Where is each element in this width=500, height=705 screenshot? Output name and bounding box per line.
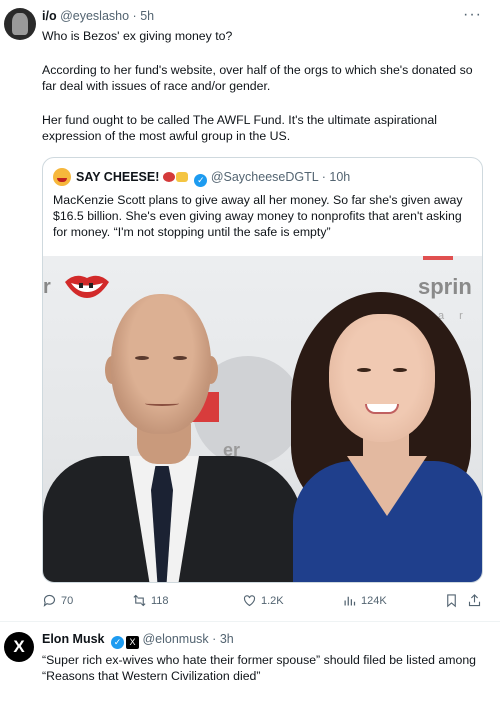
heart-icon — [243, 595, 256, 607]
backdrop-text-left: r — [43, 276, 51, 298]
reply-tweet[interactable]: X Elon Musk ✓ X @elonmusk · 3h “Super ric… — [0, 622, 500, 705]
tweet-actions: 70 118 1.2K 124K — [42, 593, 482, 613]
tweet-header: i/o @eyeslasho · 5h — [42, 9, 154, 24]
more-options-icon[interactable]: ··· — [463, 6, 482, 24]
views-icon — [344, 596, 356, 606]
quoted-tweet-time: 10h — [329, 170, 351, 184]
reply-icon — [43, 594, 56, 607]
retweet-count: 118 — [151, 594, 169, 607]
author-name[interactable]: i/o — [42, 9, 57, 23]
backdrop-accent — [423, 256, 453, 260]
reply-tweet-time[interactable]: 3h — [220, 632, 234, 646]
reply-author-handle[interactable]: @elonmusk — [142, 632, 208, 646]
man-eye — [173, 356, 187, 360]
retweet-button[interactable]: 118 — [132, 593, 169, 608]
man-eye — [135, 356, 149, 360]
tweet-text-line-2: According to her fund's website, over ha… — [42, 63, 473, 93]
woman-eye — [393, 368, 407, 372]
quoted-tweet-text: MacKenzie Scott plans to give away all h… — [53, 193, 463, 239]
backdrop-text-right: sprin — [418, 274, 472, 299]
views-count: 124K — [361, 594, 387, 607]
woman-face — [329, 314, 435, 442]
quoted-avatar — [53, 168, 71, 186]
reply-tweet-text: “Super rich ex-wives who hate their form… — [42, 653, 477, 683]
man-head — [111, 294, 211, 434]
reply-button[interactable]: 70 — [42, 593, 73, 608]
woman-eye — [357, 368, 371, 372]
retweet-icon — [133, 594, 146, 607]
separator-dot: · — [132, 9, 137, 23]
man-mouth — [145, 401, 179, 406]
woman-mouth — [365, 404, 399, 414]
separator-dot: · — [321, 170, 326, 184]
share-button[interactable] — [467, 593, 482, 608]
like-count: 1.2K — [261, 594, 284, 607]
reply-tweet-header: Elon Musk ✓ X @elonmusk · 3h — [42, 632, 234, 649]
verified-badge-icon: ✓ — [194, 174, 208, 187]
quoted-author-name: SAY CHEESE! — [76, 170, 160, 184]
reply-author-name[interactable]: Elon Musk — [42, 632, 105, 646]
like-button[interactable]: 1.2K — [242, 593, 284, 608]
views-button[interactable]: 124K — [342, 593, 387, 608]
quoted-tweet[interactable]: SAY CHEESE! ✓ @SaycheeseDGTL · 10h MacKe… — [42, 157, 483, 583]
author-handle[interactable]: @eyeslasho — [60, 9, 129, 23]
bookmark-icon — [447, 594, 456, 608]
x-affiliation-icon: X — [126, 636, 139, 649]
verified-badge-icon: ✓ — [111, 636, 124, 649]
quoted-tweet-header: SAY CHEESE! ✓ @SaycheeseDGTL · 10h — [76, 170, 350, 187]
share-icon — [468, 594, 481, 607]
avatar[interactable] — [4, 8, 36, 40]
tweet-text-line-3: Her fund ought to be called The AWFL Fun… — [42, 113, 437, 143]
lips-emoji-icon — [162, 172, 175, 182]
tweet-time[interactable]: 5h — [140, 9, 154, 23]
separator-dot: · — [212, 632, 217, 646]
hand-emoji-icon — [175, 172, 188, 182]
quoted-author-handle: @SaycheeseDGTL — [210, 170, 319, 184]
bookmark-button[interactable] — [444, 593, 459, 608]
x-logo-avatar[interactable]: X — [4, 632, 34, 662]
main-tweet: i/o @eyeslasho · 5h ··· Who is Bezos' ex… — [0, 0, 500, 620]
quoted-tweet-photo[interactable]: r sprin a r d er — [43, 256, 482, 582]
tweet-text-line-1: Who is Bezos' ex giving money to? — [42, 29, 233, 43]
lips-logo-icon — [65, 275, 109, 298]
reply-count: 70 — [61, 594, 74, 607]
